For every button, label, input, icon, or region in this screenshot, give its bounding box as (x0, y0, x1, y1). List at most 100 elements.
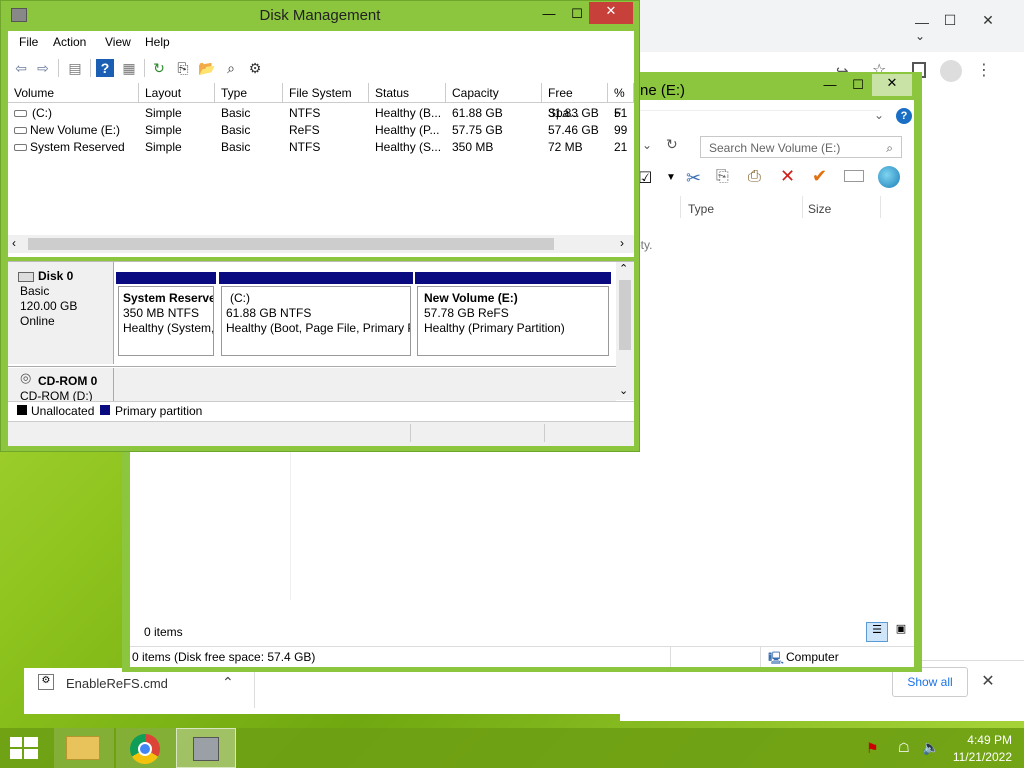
scroll-down-icon[interactable]: ⌄ (619, 384, 628, 397)
ribbon-divider (630, 110, 880, 111)
close-button[interactable]: ✕ (589, 2, 633, 24)
column-header-size[interactable]: Size (808, 202, 831, 216)
column-header-percent-free[interactable]: % F (608, 83, 634, 120)
volume-icon[interactable]: 🔈 (922, 739, 939, 756)
close-button[interactable]: ✕ (976, 10, 1000, 30)
column-header-volume[interactable]: Volume (8, 83, 139, 103)
column-header-filesystem[interactable]: File System (283, 83, 369, 103)
clock-time[interactable]: 4:49 PM (950, 733, 1012, 747)
properties-icon[interactable]: ☑ (638, 168, 652, 188)
cell-capacity: 350 MB (452, 140, 494, 154)
table-row[interactable]: System Reserved Simple Basic NTFS Health… (8, 139, 634, 156)
download-filename[interactable]: EnableReFS.cmd (66, 676, 168, 691)
scroll-up-icon[interactable]: ⌃ (619, 262, 628, 275)
partition-name: System Reserve (123, 291, 213, 305)
cell-free-space: 72 MB (548, 140, 583, 154)
partition-system-reserved[interactable]: System Reserve 350 MB NTFS Healthy (Syst… (116, 272, 216, 360)
horizontal-scrollbar[interactable]: ‹ › (8, 235, 634, 253)
clock-date[interactable]: 11/21/2022 (946, 750, 1012, 764)
menu-view[interactable]: View (105, 35, 131, 49)
globe-icon[interactable] (878, 166, 900, 188)
chrome-taskbar-button[interactable] (116, 728, 176, 768)
table-row[interactable]: New Volume (E:) Simple Basic ReFS Health… (8, 122, 634, 139)
tiles-view-icon[interactable]: ▣ (892, 622, 910, 642)
paste-icon[interactable]: ⎙ (748, 168, 761, 186)
partition-status: Healthy (Boot, Page File, Primary P (226, 321, 410, 335)
refresh-icon[interactable]: ↻ (150, 59, 168, 77)
back-icon[interactable]: ⇦ (12, 59, 30, 77)
dropdown-arrow-icon[interactable]: ▼ (666, 172, 676, 183)
rescan-icon[interactable]: ⎘ (174, 59, 192, 77)
maximize-button[interactable]: ☐ (844, 76, 872, 96)
details-view-icon[interactable]: ☰ (866, 622, 888, 642)
cut-icon[interactable]: ✂ (686, 168, 701, 189)
network-icon[interactable]: ☖ (898, 740, 910, 756)
cell-filesystem: NTFS (289, 106, 321, 120)
more-menu-icon[interactable]: ⋮ (976, 60, 992, 80)
rename-icon[interactable] (844, 170, 864, 182)
search-input[interactable]: Search New Volume (E:) ⌕ (700, 136, 902, 158)
maximize-button[interactable]: ☐ (938, 10, 962, 30)
disk-management-taskbar-button[interactable] (176, 728, 236, 768)
partition-bar (219, 272, 413, 284)
disk0-type: Basic (20, 284, 50, 298)
action-center-icon[interactable]: ⚑ (866, 740, 879, 757)
column-header-type[interactable]: Type (215, 83, 283, 103)
divider (144, 59, 145, 77)
partition-new-volume-e[interactable]: New Volume (E:) 57.78 GB ReFS Healthy (P… (415, 272, 611, 360)
drive-icon (14, 110, 27, 117)
partition-box: (C:) 61.88 GB NTFS Healthy (Boot, Page F… (221, 286, 411, 356)
file-explorer-taskbar-button[interactable] (54, 728, 114, 768)
disk0-name: Disk 0 (38, 269, 74, 283)
cell-volume: (C:) (32, 106, 52, 120)
menu-help[interactable]: Help (145, 35, 170, 49)
minimize-button[interactable]: ― (535, 5, 563, 25)
column-header-free-space[interactable]: Free Spa... (542, 83, 608, 120)
scrollbar-thumb[interactable] (619, 280, 631, 350)
profile-avatar[interactable] (940, 60, 962, 82)
column-header-layout[interactable]: Layout (139, 83, 215, 103)
copy-icon[interactable]: ⎘ (716, 168, 729, 186)
menu-action[interactable]: Action (53, 35, 86, 49)
maximize-button[interactable]: ☐ (563, 5, 591, 25)
properties-icon[interactable]: ▦ (120, 59, 138, 77)
explore-icon[interactable]: ⌕ (222, 59, 240, 77)
partition-status: Healthy (Primary Partition) (424, 321, 565, 335)
forward-icon[interactable]: ⇨ (34, 59, 52, 77)
help-icon[interactable]: ? (896, 108, 912, 124)
windows-start-icon[interactable] (10, 737, 38, 761)
status-location: Computer (786, 650, 839, 664)
chevron-down-icon[interactable]: ⌄ (908, 26, 932, 46)
scroll-right-icon[interactable]: › (620, 236, 624, 250)
console-tree-icon[interactable]: ▤ (66, 59, 84, 77)
settings-icon[interactable]: ⚙ (246, 59, 264, 77)
refresh-icon[interactable]: ↻ (666, 136, 678, 153)
scrollbar-thumb[interactable] (28, 238, 554, 250)
disk0-label[interactable]: Disk 0 Basic 120.00 GB Online (8, 262, 114, 364)
scroll-left-icon[interactable]: ‹ (12, 236, 16, 250)
delete-icon[interactable]: ✕ (780, 166, 795, 187)
checkmark-icon[interactable]: ✔ (812, 166, 827, 187)
minimize-button[interactable]: ― (816, 76, 844, 96)
help-icon[interactable]: ? (96, 59, 114, 77)
chevron-up-icon[interactable]: ⌃ (222, 674, 234, 691)
table-row[interactable]: (C:) Simple Basic NTFS Healthy (B... 61.… (8, 105, 634, 122)
disk-management-icon (193, 737, 219, 761)
menu-file[interactable]: File (19, 35, 38, 49)
column-divider (680, 196, 681, 218)
divider (90, 59, 91, 77)
column-header-capacity[interactable]: Capacity (446, 83, 542, 103)
column-header-type[interactable]: Type (688, 202, 714, 216)
column-header-status[interactable]: Status (369, 83, 446, 103)
cdrom-label[interactable]: ◎ CD-ROM 0 CD-ROM (D:) (8, 368, 114, 403)
legend: Unallocated Primary partition (8, 401, 634, 420)
open-folder-icon[interactable]: 📂 (198, 59, 216, 77)
chevron-down-icon[interactable]: ⌄ (874, 108, 884, 122)
close-button[interactable]: ✕ (872, 74, 912, 96)
vertical-scrollbar[interactable]: ⌃ ⌄ (616, 262, 634, 400)
partition-c[interactable]: (C:) 61.88 GB NTFS Healthy (Boot, Page F… (219, 272, 413, 360)
chevron-down-icon[interactable]: ⌄ (642, 138, 652, 152)
explorer-status-bar: 0 items (Disk free space: 57.4 GB) 🖳 Com… (130, 646, 914, 667)
close-download-bar-icon[interactable]: ✕ (978, 671, 998, 691)
search-placeholder: Search New Volume (E:) (709, 141, 841, 155)
